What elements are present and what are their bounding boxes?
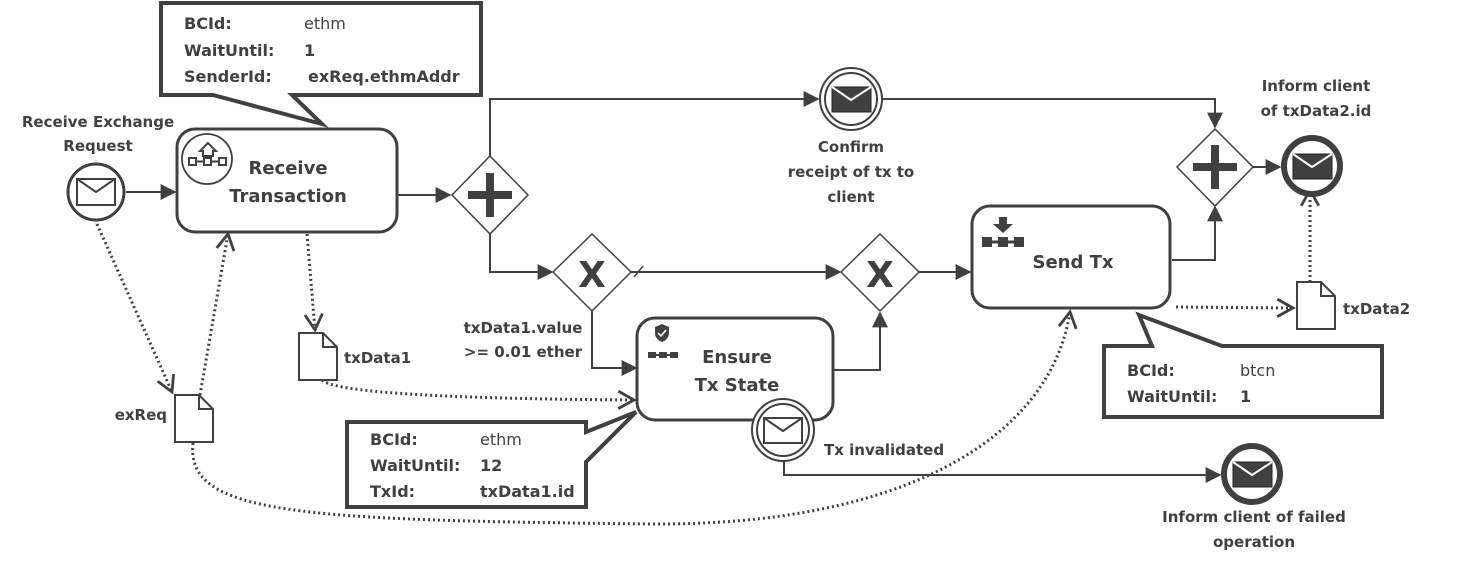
tx-invalidated-label: Tx invalidated: [824, 441, 944, 459]
flow-parallel-to-confirm[interactable]: [489, 91, 820, 156]
flow-parallel-to-xor[interactable]: [489, 234, 554, 280]
annotation-key: BCId:: [1127, 361, 1175, 380]
task-label: Send Tx: [1032, 252, 1113, 273]
assoc-txdata1-to-ensure[interactable]: [320, 378, 637, 410]
assoc-receive-to-txdata1[interactable]: [303, 233, 324, 333]
data-object-txdata1[interactable]: txData1: [298, 332, 411, 381]
data-object-label: txData1: [344, 349, 411, 367]
confirm-label-line2: receipt of tx to: [788, 163, 915, 181]
annotation-ensure-tx-state: BCId: ethm WaitUntil: 12 TxId: txData1.i…: [345, 410, 638, 509]
flow-ensure-to-xor-join[interactable]: [834, 311, 888, 371]
annotation-value: ethm: [480, 430, 522, 449]
condition-label-line1: txData1.value: [464, 319, 583, 337]
task-label-line2: Tx State: [695, 375, 780, 396]
envelope-filled-icon: [1232, 461, 1273, 488]
task-send-tx[interactable]: Send Tx: [970, 204, 1172, 310]
flow-confirm-to-join[interactable]: [882, 98, 1223, 129]
annotation-value: exReq.ethmAddr: [308, 67, 460, 86]
inform-failed-label-line2: operation: [1213, 533, 1295, 551]
gateway-parallel-split[interactable]: [450, 154, 530, 236]
start-event-receive-exchange-request[interactable]: Receive Exchange Request: [22, 113, 174, 222]
annotation-value: 1: [304, 41, 315, 60]
start-event-label-line1: Receive Exchange: [22, 113, 174, 131]
x-icon: X: [866, 255, 894, 296]
blockchain-receive-icon: [181, 133, 233, 185]
inform-id-label-line1: Inform client: [1262, 77, 1371, 95]
task-label-line2: Transaction: [229, 186, 347, 207]
assoc-send-to-txdata2[interactable]: [1175, 297, 1296, 318]
flow-invalidated-to-failed[interactable]: [783, 460, 1222, 483]
annotation-key: WaitUntil:: [370, 456, 460, 475]
data-object-exreq[interactable]: exReq: [115, 394, 214, 443]
gateway-exclusive-split[interactable]: X: [551, 232, 633, 313]
annotation-value: ethm: [304, 14, 346, 33]
annotation-key: BCId:: [184, 14, 232, 33]
envelope-icon: [76, 178, 116, 206]
task-label-line1: Receive: [248, 158, 327, 179]
flow-xor-to-ensure[interactable]: [591, 311, 638, 376]
x-icon: X: [578, 255, 606, 296]
task-ensure-tx-state[interactable]: Ensure Tx State: [635, 316, 835, 422]
inform-id-label-line2: of txData2.id: [1261, 102, 1372, 120]
annotation-send-tx: BCId: btcn WaitUntil: 1: [1102, 311, 1384, 419]
flow-send-to-join[interactable]: [1172, 205, 1223, 261]
annotation-value: btcn: [1240, 361, 1275, 380]
task-receive-transaction[interactable]: Receive Transaction: [175, 127, 399, 234]
confirm-label-line1: Confirm: [818, 138, 884, 156]
end-event-inform-client-failed[interactable]: Inform client of failed operation: [1162, 443, 1346, 551]
inform-failed-label-line1: Inform client of failed: [1162, 508, 1346, 526]
assoc-exreq-to-receive[interactable]: [198, 231, 236, 396]
annotation-receive-transaction: BCId: ethm WaitUntil: 1 SenderId: exReq.…: [159, 1, 483, 128]
end-event-inform-client-id[interactable]: Inform client of txData2.id: [1261, 77, 1372, 197]
boundary-event-tx-invalidated[interactable]: [751, 398, 815, 462]
annotation-key: SenderId:: [184, 67, 272, 86]
gateway-parallel-join[interactable]: [1175, 127, 1255, 208]
envelope-icon: [763, 417, 803, 444]
task-label-line1: Ensure: [702, 347, 772, 368]
annotation-key: TxId:: [370, 482, 415, 501]
data-object-txdata2[interactable]: txData2: [1296, 281, 1410, 330]
annotation-value: 12: [480, 456, 502, 475]
condition-label-line2: >= 0.01 ether: [464, 343, 583, 361]
annotation-key: WaitUntil:: [184, 41, 274, 60]
data-object-label: txData2: [1343, 300, 1410, 318]
envelope-filled-icon: [831, 86, 872, 113]
annotation-value: txData1.id: [480, 482, 575, 501]
confirm-label-line3: client: [827, 188, 874, 206]
gateway-exclusive-join[interactable]: X: [839, 232, 921, 313]
annotation-value: 1: [1240, 387, 1251, 406]
annotation-key: WaitUntil:: [1127, 387, 1217, 406]
annotation-key: BCId:: [370, 430, 418, 449]
assoc-start-to-exreq[interactable]: [95, 223, 175, 395]
intermediate-event-confirm-receipt[interactable]: Confirm receipt of tx to client: [788, 67, 915, 206]
bpmn-diagram: Receive Exchange Request Receive Transac…: [22, 1, 1410, 551]
envelope-filled-icon: [1292, 153, 1333, 180]
start-event-label-line2: Request: [63, 137, 132, 155]
data-object-label: exReq: [115, 406, 167, 424]
